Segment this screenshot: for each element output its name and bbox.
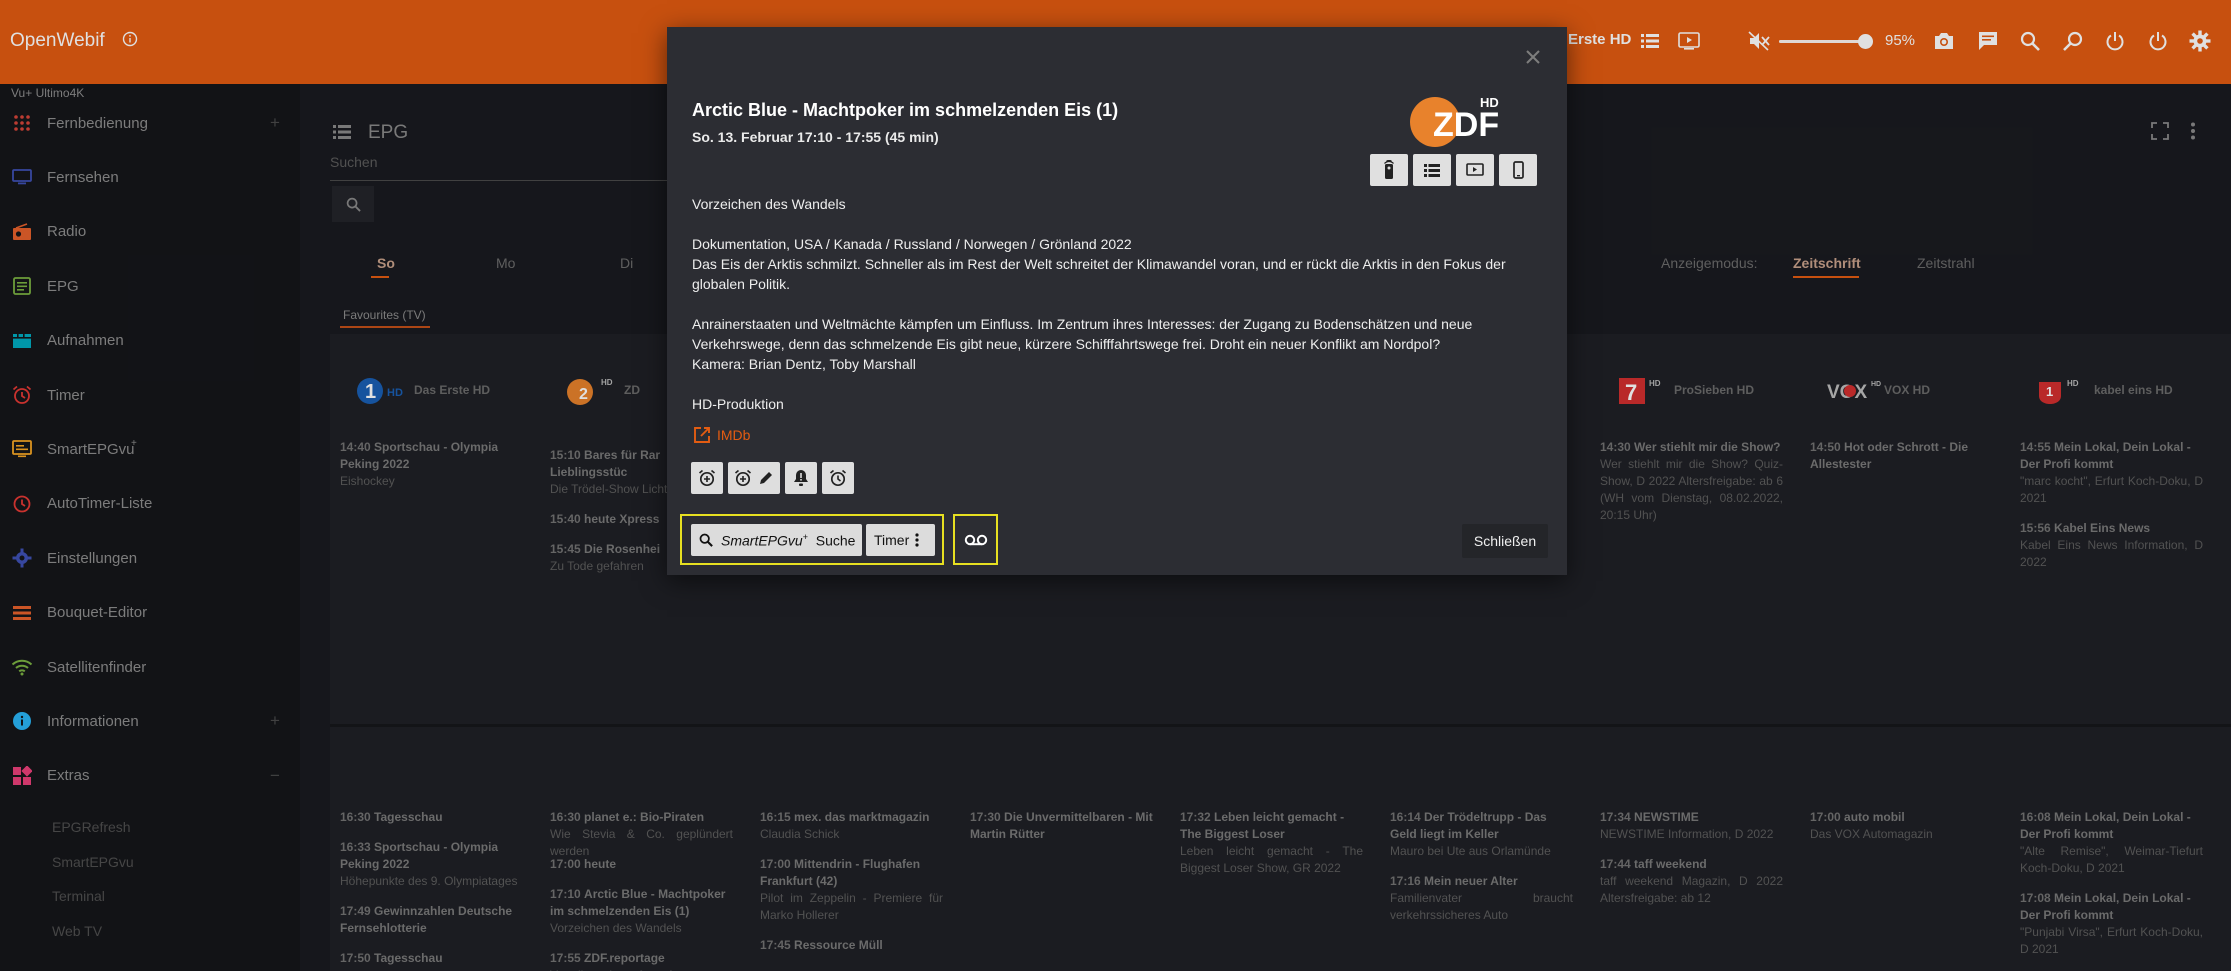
svg-text:HD: HD (1480, 95, 1499, 110)
channel-action-buttons (1370, 154, 1537, 186)
zap-remote-button[interactable] (1370, 154, 1408, 186)
channel-logo-zdf: ZDF HD (1407, 89, 1507, 149)
alarm-add-icon (734, 469, 752, 487)
description-paragraph: Das Eis der Arktis schmilzt. Schneller a… (692, 256, 1506, 292)
add-timer-button[interactable] (691, 462, 723, 494)
svg-text:ZDF: ZDF (1433, 106, 1499, 144)
imdb-link[interactable]: IMDb (693, 426, 750, 444)
event-detail-dialog: Arctic Blue - Machtpoker im schmelzenden… (667, 27, 1567, 575)
phone-icon (1512, 161, 1524, 179)
alarm-add-icon (698, 469, 716, 487)
imdb-label: IMDb (717, 427, 751, 443)
event-description: Vorzeichen des Wandels Dokumentation, USA… (692, 194, 1542, 414)
stream-play-icon (1466, 163, 1484, 177)
description-paragraph: Dokumentation, USA / Kanada / Russland /… (692, 236, 1132, 252)
channel-epg-button[interactable] (1413, 154, 1451, 186)
list-icon (1424, 163, 1440, 177)
zap-timer-button[interactable] (785, 462, 817, 494)
bell-alert-icon (793, 469, 809, 487)
smartepg-search-button[interactable]: SmartEPGvu+ Suche (691, 524, 862, 556)
timer-menu-button[interactable]: Timer (866, 524, 935, 556)
timer-label: Timer (874, 532, 910, 548)
dialog-close-icon[interactable] (1521, 45, 1545, 69)
external-link-icon (693, 426, 711, 444)
record-button[interactable] (961, 524, 991, 556)
edit-timer-button[interactable] (728, 462, 780, 494)
event-title: Arctic Blue - Machtpoker im schmelzenden… (692, 100, 1119, 120)
stream-button[interactable] (1456, 154, 1494, 186)
search-icon (699, 533, 713, 547)
more-vert-icon (915, 533, 919, 547)
remote-icon (1383, 160, 1395, 180)
description-paragraph: Vorzeichen des Wandels (692, 196, 846, 212)
description-paragraph: HD-Produktion (692, 396, 784, 412)
smartepg-search-label: SmartEPGvu+ Suche (721, 531, 856, 549)
event-time: So. 13. Februar 17:10 - 17:55 (45 min) (692, 129, 939, 145)
mobile-stream-button[interactable] (1499, 154, 1537, 186)
timer-action-buttons (691, 462, 854, 494)
autotimer-button[interactable] (822, 462, 854, 494)
voicemail-record-icon (964, 534, 988, 546)
close-dialog-button[interactable]: Schließen (1462, 524, 1548, 558)
alarm-clock-icon (829, 469, 847, 487)
description-paragraph: Kamera: Brian Dentz, Toby Marshall (692, 356, 916, 372)
description-paragraph: Anrainerstaaten und Weltmächte kämpfen u… (692, 316, 1473, 352)
pencil-icon (758, 470, 774, 486)
